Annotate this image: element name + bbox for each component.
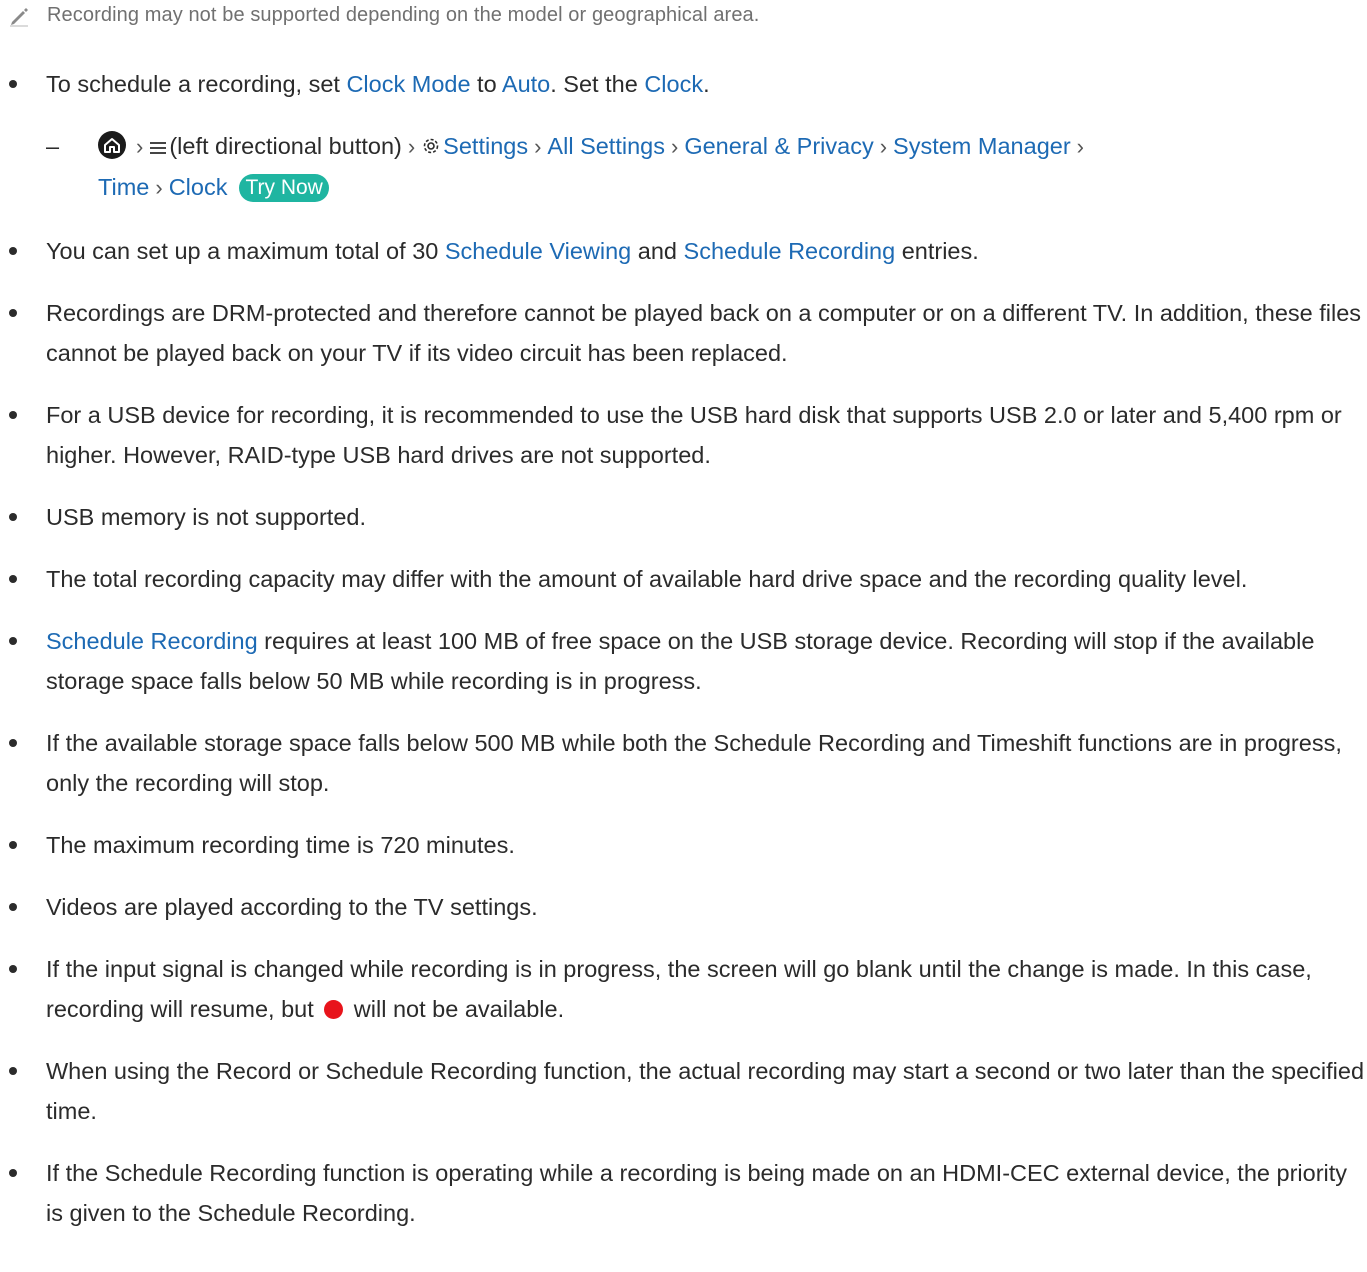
link-system-manager[interactable]: System Manager <box>893 133 1071 159</box>
bullet-list: To schedule a recording, set Clock Mode … <box>0 64 1367 1233</box>
list-item: If the Schedule Recording function is op… <box>0 1153 1367 1233</box>
chevron-right-icon: › <box>670 134 679 159</box>
note: Recording may not be supported depending… <box>8 4 759 27</box>
chevron-right-icon: › <box>155 175 163 200</box>
bullet-dot <box>9 513 17 521</box>
list-item: The maximum recording time is 720 minute… <box>0 825 1367 865</box>
link-clock[interactable]: Clock <box>644 71 703 97</box>
chevron-right-icon: › <box>534 134 542 159</box>
list-item: The total recording capacity may differ … <box>0 559 1367 599</box>
link-general-privacy[interactable]: General & Privacy <box>684 133 873 159</box>
list-item: For a USB device for recording, it is re… <box>0 395 1367 475</box>
chevron-right-icon: › <box>136 134 144 159</box>
chevron-right-icon: › <box>407 134 416 159</box>
bullet-dot <box>9 309 17 317</box>
list-item: USB memory is not supported. <box>0 497 1367 537</box>
list-item: If the input signal is changed while rec… <box>0 949 1367 1029</box>
link-settings[interactable]: Settings <box>443 133 528 159</box>
try-now-button[interactable]: Try Now <box>239 174 329 202</box>
gear-icon <box>423 138 439 154</box>
home-icon <box>98 131 126 159</box>
bullet-dot <box>9 411 17 419</box>
link-all-settings[interactable]: All Settings <box>547 133 665 159</box>
note-text: Recording may not be supported depending… <box>47 4 760 26</box>
bullet-dot <box>9 1067 17 1075</box>
link-schedule-recording[interactable]: Schedule Recording <box>684 238 896 264</box>
dash-marker: – <box>46 133 60 159</box>
list-item: If the available storage space falls bel… <box>0 723 1367 803</box>
bullet-dot <box>9 575 17 583</box>
list-item: To schedule a recording, set Clock Mode … <box>0 64 1367 104</box>
link-schedule-viewing[interactable]: Schedule Viewing <box>445 238 631 264</box>
list-item: You can set up a maximum total of 30 Sch… <box>0 231 1367 271</box>
bullet-dot <box>9 247 17 255</box>
list-item: Videos are played according to the TV se… <box>0 887 1367 927</box>
bullet-dot <box>9 841 17 849</box>
bullet-dot <box>9 739 17 747</box>
link-clock-mode[interactable]: Clock Mode <box>346 71 470 97</box>
pencil-note-icon <box>10 7 28 27</box>
link-auto[interactable]: Auto <box>502 71 550 97</box>
link-clock-settings[interactable]: Clock <box>169 174 228 200</box>
list-item: Schedule Recording requires at least 100… <box>0 621 1367 701</box>
link-time[interactable]: Time <box>98 174 149 200</box>
bullet-dot <box>9 637 17 645</box>
chevron-right-icon: › <box>879 134 888 159</box>
bullet-dot <box>9 965 17 973</box>
bullet-dot <box>9 903 17 911</box>
menu-icon <box>150 142 167 154</box>
bullet-dot <box>9 80 17 88</box>
chevron-right-icon: › <box>1076 134 1084 159</box>
record-dot-icon <box>324 1000 344 1019</box>
list-item: When using the Record or Schedule Record… <box>0 1051 1367 1131</box>
settings-path: – › (left directional button) › Settings › Al… <box>0 126 1367 208</box>
bullet-dot <box>9 1169 17 1177</box>
list-item: Recordings are DRM-protected and therefo… <box>0 293 1367 373</box>
link-schedule-recording[interactable]: Schedule Recording <box>46 628 258 654</box>
